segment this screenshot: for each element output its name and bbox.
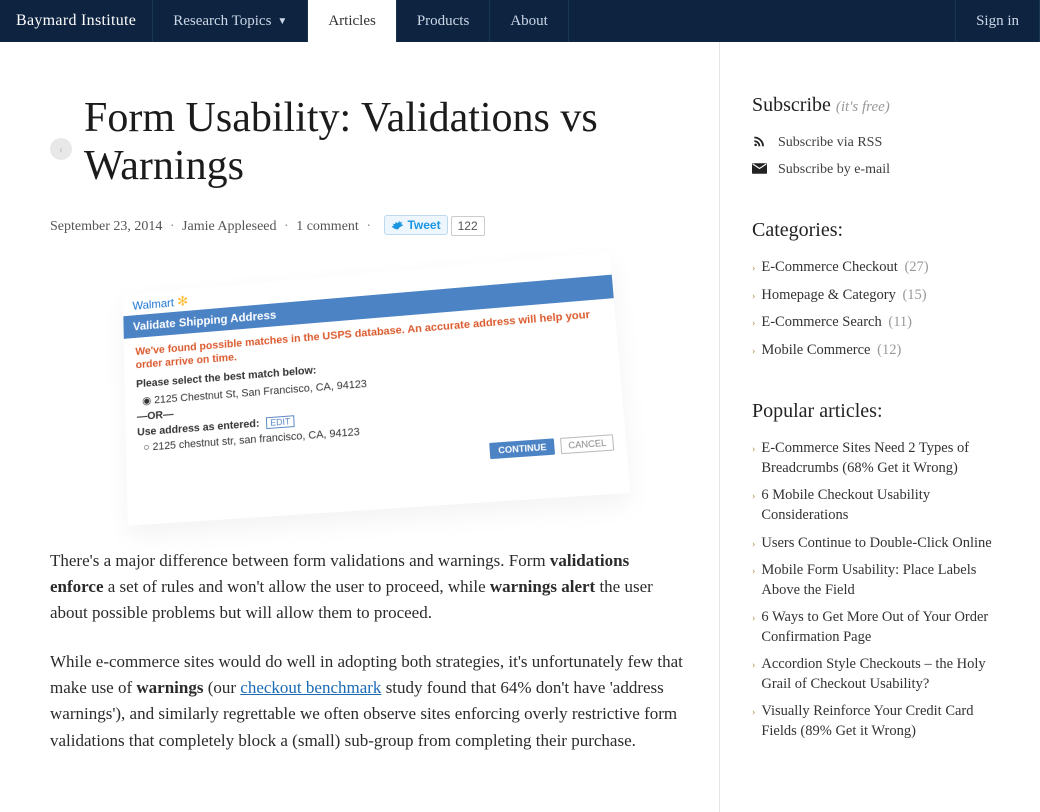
- bullet-icon: ›: [752, 443, 755, 457]
- benchmark-link[interactable]: checkout benchmark: [240, 678, 381, 697]
- subscribe-email-label: Subscribe by e-mail: [778, 162, 890, 178]
- tweet-label: Tweet: [407, 218, 440, 232]
- page-title: Form Usability: Validations vs Warnings: [84, 94, 683, 191]
- bullet-icon: ›: [752, 317, 755, 331]
- main-content: ‹ Form Usability: Validations vs Warning…: [0, 42, 720, 812]
- categories-list: ›E-Commerce Checkout (27) ›Homepage & Ca…: [752, 254, 1008, 364]
- paragraph-2: While e-commerce sites would do well in …: [50, 649, 683, 754]
- subscribe-email[interactable]: Subscribe by e-mail: [752, 157, 1008, 183]
- rss-icon: [752, 134, 768, 152]
- twitter-icon: [391, 220, 403, 230]
- article-date: September 23, 2014: [50, 219, 162, 234]
- arrow-left-icon: ‹: [59, 142, 63, 157]
- nav-products[interactable]: Products: [397, 0, 491, 42]
- meta-separator: ·: [366, 219, 371, 234]
- continue-button[interactable]: CONTINUE: [489, 438, 555, 459]
- popular-item[interactable]: ›E-Commerce Sites Need 2 Types of Breadc…: [752, 435, 1008, 482]
- tweet-count: 122: [451, 216, 485, 236]
- sidebar: Subscribe (it's free) Subscribe via RSS …: [720, 42, 1040, 812]
- popular-section: Popular articles: ›E-Commerce Sites Need…: [752, 400, 1008, 745]
- bullet-icon: ›: [752, 565, 755, 579]
- logo[interactable]: Baymard Institute: [0, 0, 152, 42]
- category-item[interactable]: ›Mobile Commerce (12): [752, 337, 1008, 365]
- meta-separator: ·: [170, 219, 175, 234]
- subscribe-section: Subscribe (it's free) Subscribe via RSS …: [752, 94, 1008, 183]
- category-item[interactable]: ›E-Commerce Search (11): [752, 309, 1008, 337]
- article-figure: Walmart ✻ Validate Shipping Address We'v…: [122, 252, 630, 526]
- paragraph-1: There's a major difference between form …: [50, 548, 683, 627]
- nav-signin[interactable]: Sign in: [955, 0, 1040, 42]
- chevron-down-icon: ▼: [277, 16, 287, 27]
- bullet-icon: ›: [752, 659, 755, 673]
- article-body: There's a major difference between form …: [50, 548, 683, 754]
- popular-list: ›E-Commerce Sites Need 2 Types of Breadc…: [752, 435, 1008, 745]
- back-button[interactable]: ‹: [50, 138, 72, 160]
- walmart-spark-icon: ✻: [176, 292, 187, 308]
- article-meta: September 23, 2014 · Jamie Appleseed · 1…: [50, 215, 683, 236]
- bullet-icon: ›: [752, 345, 755, 359]
- primary-nav: Research Topics ▼ Articles Products Abou…: [152, 0, 955, 42]
- bullet-icon: ›: [752, 290, 755, 304]
- article-comments[interactable]: 1 comment: [296, 219, 359, 234]
- bullet-icon: ›: [752, 612, 755, 626]
- popular-item[interactable]: ›Accordion Style Checkouts – the Holy Gr…: [752, 651, 1008, 698]
- bullet-icon: ›: [752, 706, 755, 720]
- cancel-button[interactable]: CANCEL: [560, 433, 614, 453]
- nav-research-label: Research Topics: [173, 13, 271, 30]
- tweet-button[interactable]: Tweet: [384, 215, 447, 235]
- categories-title: Categories:: [752, 219, 1008, 242]
- bullet-icon: ›: [752, 490, 755, 504]
- edit-button[interactable]: EDIT: [266, 414, 294, 428]
- categories-section: Categories: ›E-Commerce Checkout (27) ›H…: [752, 219, 1008, 364]
- nav-research[interactable]: Research Topics ▼: [153, 0, 308, 42]
- popular-item[interactable]: ›Visually Reinforce Your Credit Card Fie…: [752, 698, 1008, 745]
- popular-item[interactable]: ›6 Mobile Checkout Usability Considerati…: [752, 482, 1008, 529]
- mail-icon: [752, 162, 768, 178]
- nav-articles[interactable]: Articles: [308, 0, 396, 42]
- popular-item[interactable]: ›Mobile Form Usability: Place Labels Abo…: [752, 557, 1008, 604]
- subscribe-title: Subscribe (it's free): [752, 94, 1008, 117]
- header: Baymard Institute Research Topics ▼ Arti…: [0, 0, 1040, 42]
- popular-item[interactable]: ›6 Ways to Get More Out of Your Order Co…: [752, 604, 1008, 651]
- bullet-icon: ›: [752, 262, 755, 276]
- subscribe-rss[interactable]: Subscribe via RSS: [752, 129, 1008, 157]
- subscribe-rss-label: Subscribe via RSS: [778, 135, 882, 151]
- popular-item[interactable]: ›Users Continue to Double-Click Online: [752, 530, 1008, 558]
- popular-title: Popular articles:: [752, 400, 1008, 423]
- bullet-icon: ›: [752, 538, 755, 552]
- nav-about[interactable]: About: [490, 0, 569, 42]
- category-item[interactable]: ›E-Commerce Checkout (27): [752, 254, 1008, 282]
- category-item[interactable]: ›Homepage & Category (15): [752, 282, 1008, 310]
- meta-separator: ·: [284, 219, 289, 234]
- article-author[interactable]: Jamie Appleseed: [182, 219, 276, 234]
